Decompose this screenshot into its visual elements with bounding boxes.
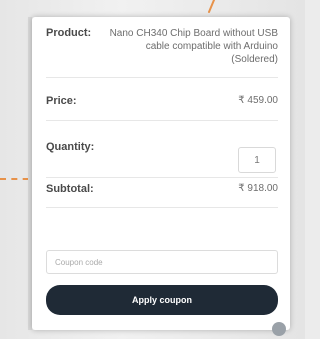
divider [46,77,278,78]
subtotal-row: Subtotal: ₹ 918.00 [46,183,278,195]
cart-summary-card: Product: Nano CH340 Chip Board without U… [32,17,290,330]
product-name[interactable]: Nano CH340 Chip Board without USB cable … [97,27,278,66]
divider [46,177,278,178]
quantity-label: Quantity: [46,141,95,153]
divider [46,207,278,208]
subtotal-value: ₹ 918.00 [238,183,278,194]
price-row: Price: ₹ 459.00 [46,95,278,107]
subtotal-label: Subtotal: [46,183,94,195]
apply-coupon-button[interactable]: Apply coupon [46,285,278,315]
product-row: Product: Nano CH340 Chip Board without U… [46,27,278,66]
product-label: Product: [46,27,92,39]
quantity-input[interactable]: 1 [238,147,276,173]
price-label: Price: [46,95,77,107]
price-value: ₹ 459.00 [238,95,278,106]
divider [46,120,278,121]
coupon-code-input[interactable] [46,250,278,274]
scroll-to-top-icon[interactable] [272,322,286,336]
annotation-tick-icon [208,0,215,13]
